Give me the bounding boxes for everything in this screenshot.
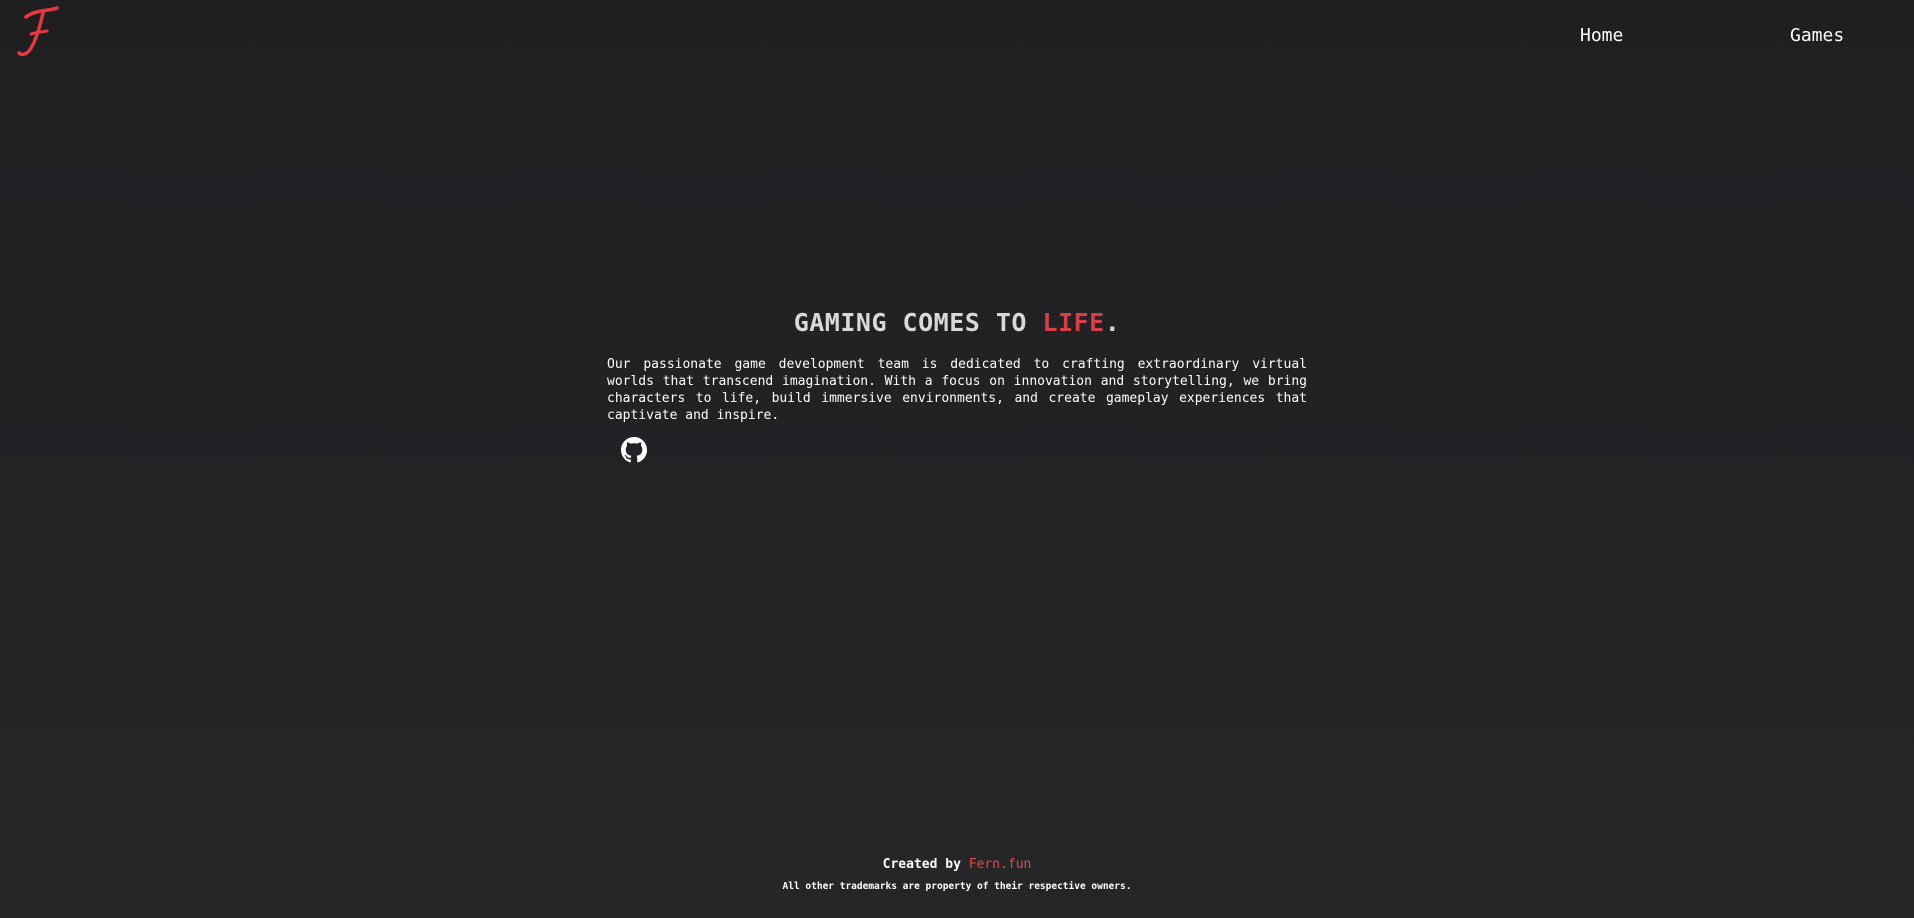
hero-title-accent: LIFE [1042, 308, 1105, 337]
hero-title-main: GAMING COMES TO [793, 308, 1043, 337]
footer-trademark-note: All other trademarks are property of the… [782, 881, 1132, 892]
footer-credit-prefix: Created by [882, 857, 969, 872]
hero-title-end: . [1104, 308, 1121, 337]
footer-credit-link[interactable]: Fern.fun [969, 857, 1032, 872]
main-nav: Home Games [0, 22, 1914, 52]
footer-credit: Created by Fern.fun [0, 856, 1914, 874]
github-icon[interactable] [621, 437, 647, 463]
hero-section: GAMING COMES TO LIFE. Our passionate gam… [607, 304, 1307, 463]
nav-link-home[interactable]: Home [1580, 22, 1623, 50]
nav-link-games[interactable]: Games [1790, 22, 1844, 50]
hero-title: GAMING COMES TO LIFE. [607, 304, 1307, 342]
hero-description: Our passionate game development team is … [607, 357, 1307, 423]
site-footer: Created by Fern.fun All other trademarks… [0, 856, 1914, 894]
